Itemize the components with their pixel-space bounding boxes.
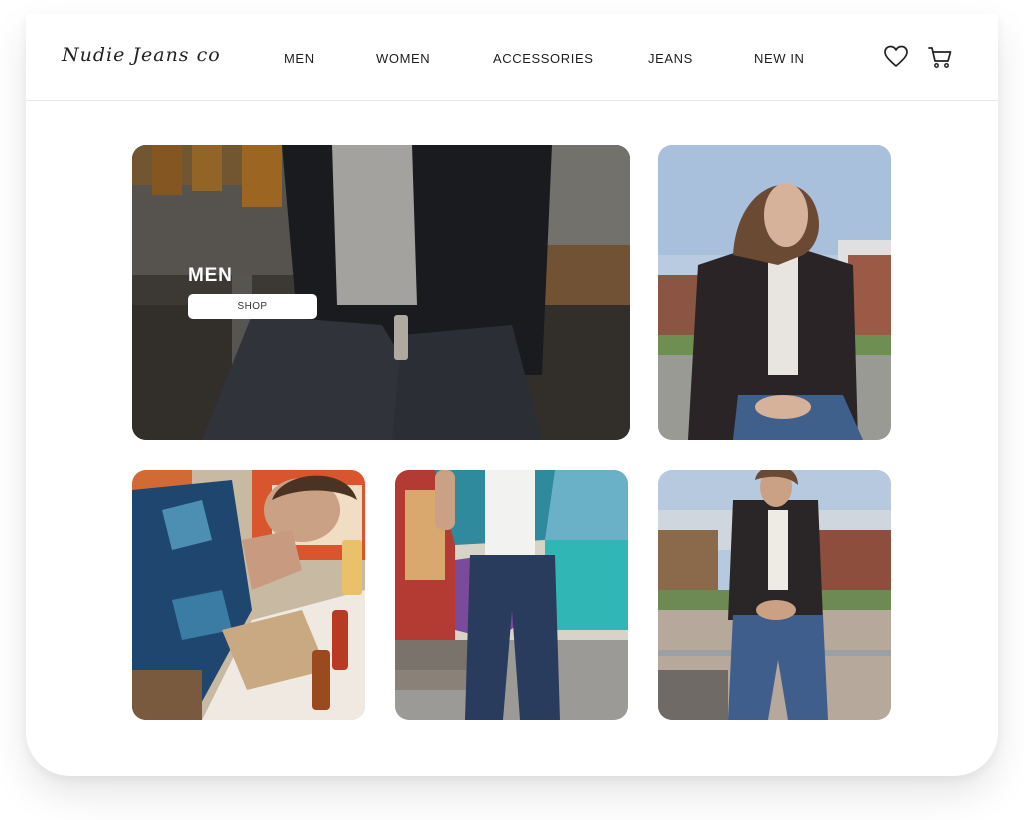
product-image-eating[interactable] [132, 470, 365, 720]
hero-title: MEN [188, 265, 233, 286]
app-window: Nudie Jeans co MEN WOMEN ACCESSORIES JEA… [26, 14, 998, 776]
product-image-standing[interactable] [395, 470, 628, 720]
hero-men-banner[interactable]: MEN SHOP [132, 145, 630, 440]
product-image-portrait[interactable] [658, 145, 891, 440]
shop-button[interactable]: SHOP [188, 294, 317, 319]
nav-men[interactable]: MEN [284, 51, 315, 66]
shopping-cart-icon[interactable] [927, 44, 953, 70]
product-image-sitting[interactable] [658, 470, 891, 720]
heart-icon[interactable] [883, 44, 909, 70]
site-header: Nudie Jeans co MEN WOMEN ACCESSORIES JEA… [26, 14, 998, 101]
brand-logo[interactable]: Nudie Jeans co [62, 44, 221, 66]
nav-accessories[interactable]: ACCESSORIES [493, 51, 594, 66]
nav-jeans[interactable]: JEANS [648, 51, 693, 66]
nav-women[interactable]: WOMEN [376, 51, 430, 66]
nav-new-in[interactable]: NEW IN [754, 51, 805, 66]
